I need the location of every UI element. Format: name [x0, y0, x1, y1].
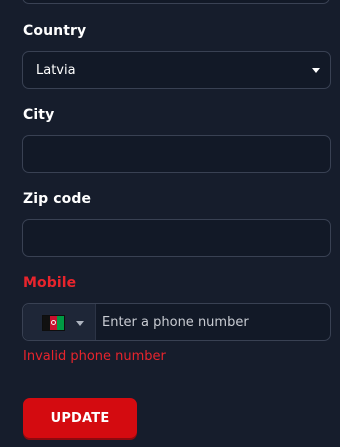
zip-code-input[interactable]	[33, 221, 318, 255]
mobile-label: Mobile	[23, 275, 77, 291]
country-label: Country	[23, 23, 87, 39]
previous-field-input[interactable]	[22, 0, 330, 4]
city-field[interactable]	[22, 135, 331, 173]
country-select[interactable]: Latvia	[22, 51, 331, 89]
country-selected-value: Latvia	[36, 63, 76, 78]
city-input[interactable]	[33, 137, 318, 171]
zip-code-label: Zip code	[23, 191, 92, 207]
caret-down-icon	[312, 68, 320, 73]
city-label: City	[23, 107, 55, 123]
phone-number-input[interactable]	[102, 305, 322, 339]
zip-code-field[interactable]	[22, 219, 331, 257]
caret-down-icon	[76, 321, 84, 326]
phone-error-message: Invalid phone number	[23, 349, 166, 364]
update-button[interactable]: UPDATE	[23, 398, 137, 438]
afghanistan-flag-icon	[43, 316, 64, 330]
mobile-field	[22, 303, 331, 341]
country-code-dropdown[interactable]	[23, 304, 96, 340]
